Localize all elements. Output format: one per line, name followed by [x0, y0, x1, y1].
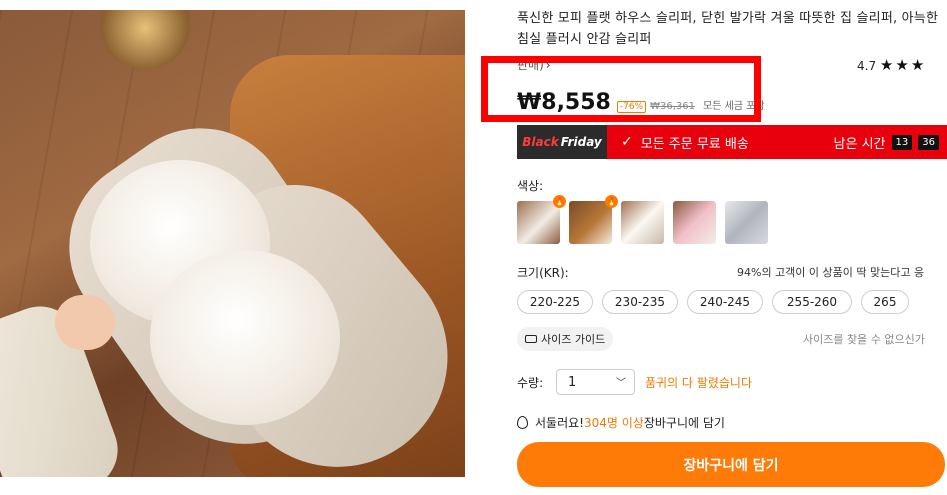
fit-percentage-text: 94%의 고객이 이 상품이 딱 맞는다고 응 — [737, 266, 925, 279]
cart-note-count: 304명 이상 — [583, 416, 644, 430]
product-image[interactable] — [0, 10, 465, 477]
size-guide-label: 사이즈 가이드 — [541, 333, 606, 346]
countdown: 남은 시간 13 36 — [834, 133, 939, 152]
black-friday-tag-black: Black — [522, 135, 559, 149]
size-option-220-225[interactable]: 220-225 — [517, 290, 593, 314]
cart-note-suffix: 장바구니에 담기 — [643, 416, 725, 430]
rating[interactable]: 4.7 ★★★ — [857, 56, 926, 74]
countdown-minutes: 36 — [918, 134, 939, 150]
cart-note-prefix: 서둘러요! — [535, 416, 584, 430]
color-swatch-4[interactable] — [673, 201, 716, 244]
countdown-hours: 13 — [891, 134, 913, 150]
add-to-cart-button[interactable]: 장바구니에 담기 — [517, 442, 945, 487]
free-shipping-text: 모든 주문 무료 배송 — [640, 136, 749, 152]
black-friday-promo-bar[interactable]: Black Friday ✓ 모든 주문 무료 배송 남은 시간 13 36 — [517, 125, 947, 159]
flame-icon — [517, 416, 528, 429]
size-option-265[interactable]: 265 — [861, 290, 909, 314]
quantity-select[interactable]: 1 ﹀ — [556, 369, 635, 395]
size-help-link[interactable]: 사이즈를 찾을 수 없으신가 — [803, 331, 925, 347]
color-swatch-2[interactable]: 🔥 — [569, 195, 618, 244]
star-icons: ★★★ — [879, 56, 927, 74]
price-highlight-box — [481, 56, 761, 122]
product-title: 푹신한 모피 플랫 하우스 슬리퍼, 닫힌 발가락 겨울 따뜻한 집 슬리퍼, … — [517, 11, 939, 47]
hand — [55, 295, 115, 350]
color-swatch-1[interactable]: 🔥 — [517, 195, 566, 244]
ruler-icon — [525, 335, 537, 343]
chevron-down-icon: ﹀ — [616, 378, 626, 389]
size-options: 220-225 230-235 240-245 255-260 265 — [517, 290, 909, 314]
time-left-label: 남은 시간 — [833, 136, 886, 152]
black-friday-tag-friday: Friday — [560, 135, 602, 149]
size-option-255-260[interactable]: 255-260 — [772, 290, 852, 314]
color-swatch-3[interactable] — [621, 201, 664, 244]
color-swatches: 🔥 🔥 — [517, 195, 768, 244]
quantity-value: 1 — [568, 374, 577, 390]
fire-icon: 🔥 — [553, 195, 566, 208]
check-icon: ✓ — [621, 134, 633, 150]
size-label: 크기(KR): — [517, 266, 569, 280]
color-swatch-5[interactable] — [725, 201, 768, 244]
stock-warning: 품귀의 다 팔렸습니다 — [645, 376, 752, 390]
rating-value: 4.7 — [857, 59, 877, 73]
cart-urgency-note: 서둘러요! 304명 이상 장바구니에 담기 — [517, 414, 725, 431]
quantity-label: 수량: — [517, 376, 544, 390]
size-option-240-245[interactable]: 240-245 — [687, 290, 763, 314]
black-friday-tag: Black Friday — [517, 125, 607, 159]
size-option-230-235[interactable]: 230-235 — [602, 290, 678, 314]
color-label: 색상: — [517, 179, 544, 193]
fur-trim-right — [150, 250, 340, 425]
fire-icon: 🔥 — [605, 195, 618, 208]
size-guide-button[interactable]: 사이즈 가이드 — [517, 327, 614, 351]
